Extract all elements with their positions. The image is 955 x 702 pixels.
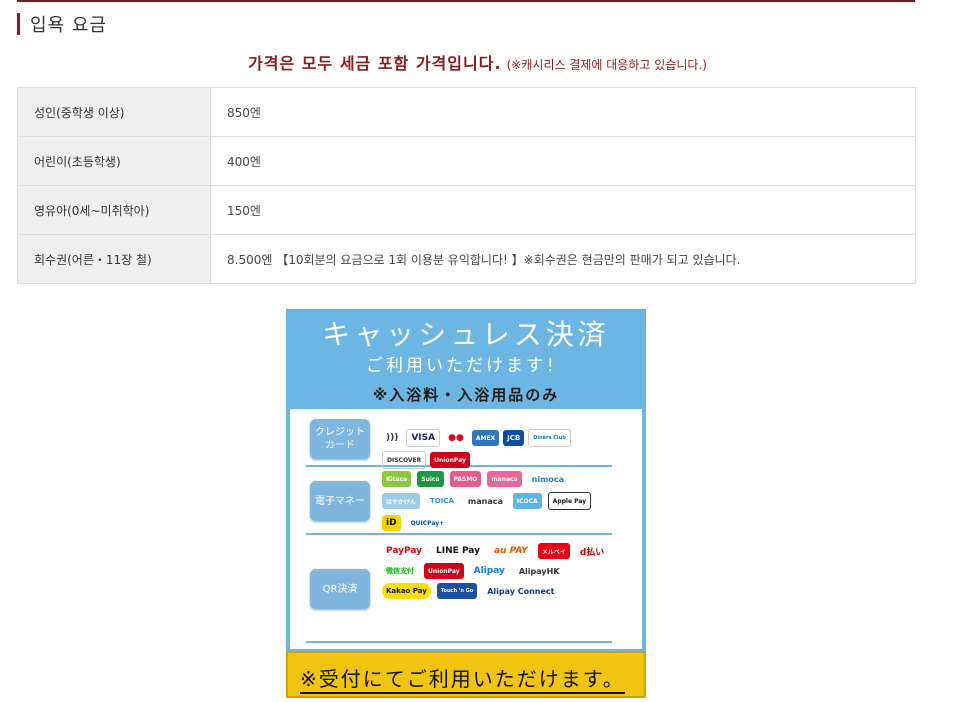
section-heading: 입욕 요금 [17,12,107,36]
fee-label: 회수권(어른・11장 철) [17,234,211,284]
discover-logo: DISCOVER [382,451,427,469]
alipayhk-logo: AlipayHK [518,566,560,576]
table-row: 어린이(초등학생) 400엔 [17,136,916,186]
qr-logos: PayPay LINE Pay au PAY メルペイ d払い 微信支付 Uni… [382,543,612,599]
linepay-logo: LINE Pay [436,546,480,556]
cashless-banner: キャッシュレス決済 ご利用いただけます！ ※入浴料・入浴用品のみ クレジットカー… [286,309,646,698]
credit-tag-line1: クレジット [315,427,365,438]
credit-tag: クレジット カード [310,419,370,459]
touchngo-logo: Touch 'n Go [436,583,478,599]
emoney-section: 電子マネー Kitaca Suica PASMO manaca nimoca は… [306,469,612,535]
credit-section: クレジットカード ))) VISA ●● AMEX JCB Diners Clu… [306,413,612,469]
pasmo-logo: PASMO [449,471,482,487]
kakaopay-logo: Kakao Pay [382,583,431,599]
top-divider [17,0,915,2]
quicpay-logo: QUICPay+ [410,519,445,527]
qr-section: QR決済 PayPay LINE Pay au PAY メルペイ d払い 微信支… [306,537,612,643]
applepay-logo: Apple Pay [547,492,592,510]
fee-table: 성인(중학생 이상) 850엔 어린이(초등학생) 400엔 영유아(0세~미취… [17,87,916,284]
table-row: 영유아(0세~미취학아) 150엔 [17,185,916,235]
fee-label: 영유아(0세~미취학아) [17,185,211,235]
table-row: 회수권(어른・11장 철) 8.500엔 【10회분의 요금으로 1회 이용분 … [17,234,916,284]
paypay-logo: PayPay [386,546,423,556]
banner-subtitle: ご利用いただけます！ [366,356,566,376]
credit-logos: ))) VISA ●● AMEX JCB Diners Club DISCOVE… [382,429,612,469]
unionpay-logo: UnionPay [430,452,470,468]
banner-title: キャッシュレス決済 [322,318,610,351]
payment-methods-panel: クレジットカード ))) VISA ●● AMEX JCB Diners Clu… [290,409,642,649]
tax-notice: 가격은 모두 세금 포함 가격입니다. (※캐시리스 결제에 대응하고 있습니다… [0,50,955,74]
id-logo: iD [382,515,401,531]
kitaca-logo: Kitaca [382,471,412,487]
emoney-tag: 電子マネー [310,481,370,521]
toica-logo: TOICA [430,497,454,505]
fee-value: 400엔 [210,136,916,186]
tax-notice-sub: (※캐시리스 결제에 대응하고 있습니다.) [506,58,707,72]
suica-logo: Suica [417,471,444,487]
table-row: 성인(중학생 이상) 850엔 [17,87,916,137]
merpay-logo: メルペイ [537,543,570,559]
fee-value: 8.500엔 【10회분의 요금으로 1회 이용분 유익합니다! 】※회수권은 … [210,234,916,284]
wechatpay-logo: 微信支付 [386,567,414,575]
fee-value: 850엔 [210,87,916,137]
manaca-logo: manaca [487,471,522,487]
heading-accent-bar [17,13,20,35]
banner-note: ※入浴料・入浴用品のみ [372,386,560,404]
nimoca-logo: nimoca [531,474,565,484]
credit-tag-line2: カード [325,440,355,451]
section-title: 입욕 요금 [30,15,107,36]
mastercard-logo: ●● [448,433,464,443]
manaca-text-logo: manaca [467,496,503,506]
diners-logo: Diners Club [528,429,571,447]
qr-tag: QR決済 [310,569,370,609]
fee-label: 성인(중학생 이상) [17,87,211,137]
dbarai-logo: d払い [579,547,605,558]
jcb-logo: JCB [503,430,525,446]
banner-footer: ※受付にてご利用いただけます。 [286,651,646,698]
aupay-logo: au PAY [493,546,528,556]
tax-notice-main: 가격은 모두 세금 포함 가격입니다. [248,54,502,73]
icoca-logo: ICOCA [512,493,542,509]
emoney-logos: Kitaca Suica PASMO manaca nimoca はやかけん T… [382,471,612,531]
hayakaken-logo: はやかけん [382,493,421,509]
contactless-icon: ))) [386,433,399,443]
fee-value: 150엔 [210,185,916,235]
fee-label: 어린이(초등학생) [17,136,211,186]
visa-logo: VISA [406,429,441,447]
amex-logo: AMEX [471,430,500,446]
alipay-connect-logo: Alipay Connect [487,586,555,596]
banner-footer-text: ※受付にてご利用いただけます。 [300,663,625,694]
alipay-logo: Alipay [473,566,505,576]
unionpay-qr-logo: UnionPay [424,563,464,579]
